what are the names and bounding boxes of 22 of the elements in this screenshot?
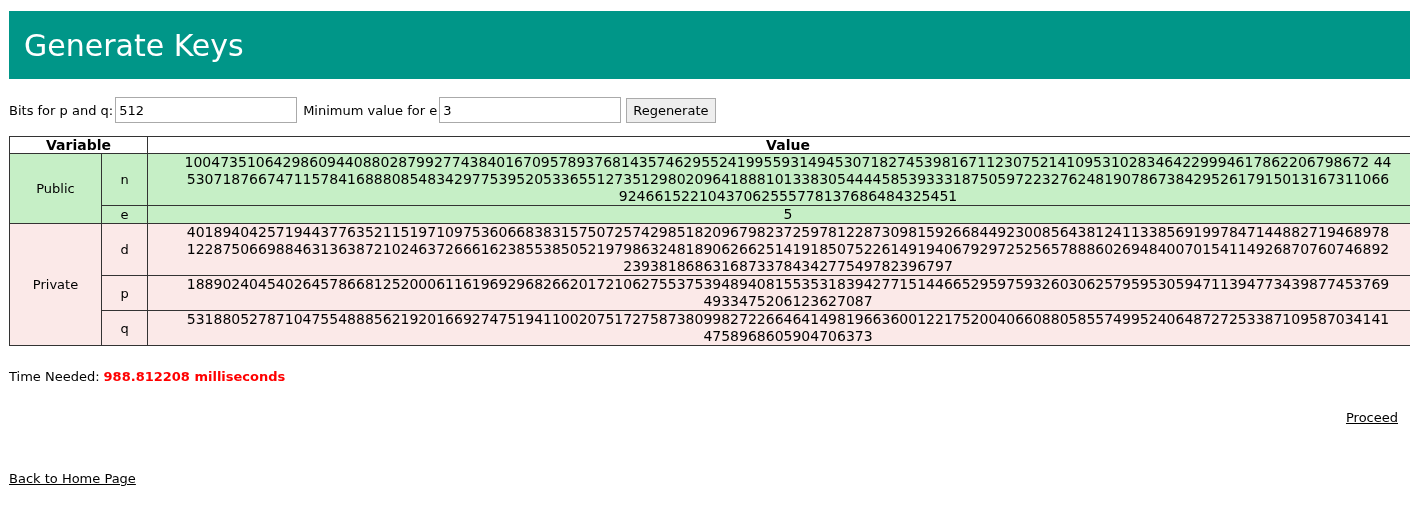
e-input[interactable]: 3: [439, 97, 622, 123]
value-cell: 401894042571944377635211519710975360668383157507257429851820967982372597812287309815926684492300856438124113385691997847144882719468978 122875066988463136387210246372666162385538505219798632481890626625141918507522614919406792972525657888602694840070154114926870760746892 2393818686316873378434277549782396797: [147, 223, 1410, 276]
regenerate-button[interactable]: Regenerate: [626, 97, 716, 123]
value-cell: 1004735106429860944088028799277438401670957893768143574629552419955931494530718274539816711230752141095310283464229994617862206798672 44 530718766747115784168880854834297753952053365512735129802096418881013383054444585393331875059722327624819078673842952617915013167311066 92466152210437062555778137686484325451: [147, 153, 1410, 206]
group-cell: Public: [9, 153, 102, 224]
variable-cell: p: [101, 275, 148, 311]
column-header: Value: [147, 136, 1410, 154]
group-cell: Private: [9, 223, 102, 346]
bits-input[interactable]: 512: [115, 97, 298, 123]
time-value: 988.812208 milliseconds: [103, 369, 286, 384]
e-label: Minimum value for e: [303, 102, 438, 118]
page-title: Generate Keys: [24, 27, 244, 63]
home-link[interactable]: Back to Home Page: [9, 471, 136, 486]
variable-cell: q: [101, 310, 148, 346]
value-cell: 188902404540264578668125200061161969296826620172106275537539489408155353183942771514466529597593260306257959530594711394773439877453769 4933475206123627087: [147, 275, 1410, 311]
proceed-link[interactable]: Proceed: [1345, 410, 1398, 425]
bits-label: Bits for p and q:: [9, 102, 114, 118]
column-header: Variable: [9, 136, 148, 154]
value-cell: 531880527871047554888562192016692747519411002075172758738099827226646414981966360012217520040660880585574995240648727253387109587034141 4758968605904706373: [147, 310, 1410, 346]
variable-cell: d: [101, 223, 148, 276]
time-label: Time Needed:: [9, 369, 100, 384]
variable-cell: n: [101, 153, 148, 206]
